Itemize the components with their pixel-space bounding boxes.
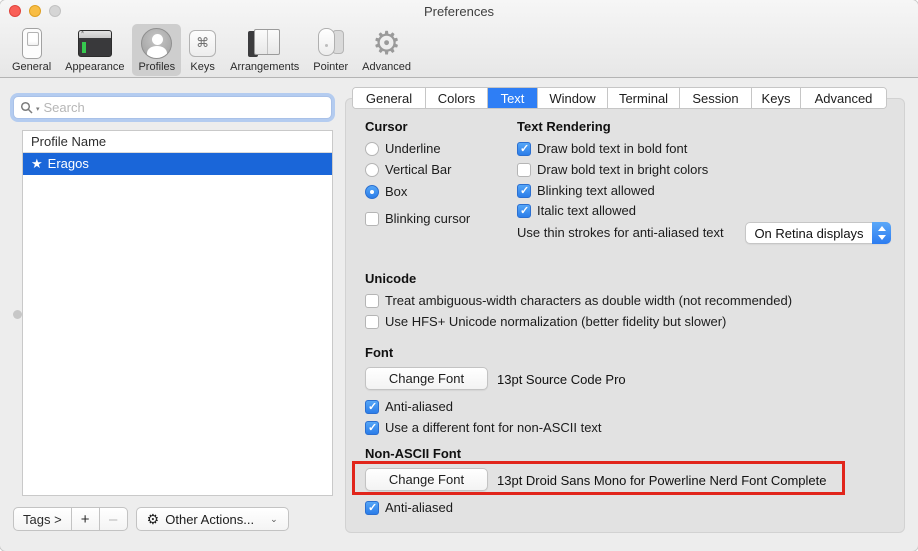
checkbox-bold-in-bold-font[interactable]: Draw bold text in bold font [517,141,687,156]
profile-row-eragos[interactable]: ★ Eragos [23,153,332,175]
add-profile-button[interactable]: + [72,507,100,531]
window-title: Preferences [0,4,918,19]
tab-general[interactable]: General [353,88,425,108]
window-appearance-icon: × [78,26,112,60]
radio-box[interactable]: Box [365,184,407,199]
other-actions-dropdown[interactable]: ⚙ Other Actions... ⌄ [136,507,289,531]
remove-profile-button: – [100,507,128,531]
checkbox-icon [365,294,379,308]
search-input[interactable]: ▾ Search [13,96,332,119]
radio-icon [365,163,379,177]
non-ascii-font-value: 13pt Droid Sans Mono for Powerline Nerd … [497,473,827,488]
change-nonascii-font-button[interactable]: Change Font [365,468,488,491]
checkbox-ambiguous-width[interactable]: Treat ambiguous-width characters as doub… [365,293,792,308]
checkbox-icon [517,142,531,156]
checkbox-icon [365,400,379,414]
thin-strokes-select[interactable]: On Retina displays [745,222,891,244]
checkbox-blinking-text[interactable]: Blinking text allowed [517,183,655,198]
checkbox-icon [517,204,531,218]
radio-icon [365,142,379,156]
change-font-button[interactable]: Change Font [365,367,488,390]
toolbar-item-profiles[interactable]: Profiles [132,24,181,76]
tab-terminal[interactable]: Terminal [607,88,679,108]
tab-colors[interactable]: Colors [425,88,487,108]
toolbar-item-pointer[interactable]: Pointer [307,24,354,76]
resize-dot [13,310,22,319]
select-arrows-icon [872,222,891,244]
checkbox-hfs-normalization[interactable]: Use HFS+ Unicode normalization (better f… [365,314,726,329]
other-actions-label: Other Actions... [165,512,254,527]
tab-keys[interactable]: Keys [751,88,800,108]
search-icon [20,101,34,115]
radio-icon [365,185,379,199]
gear-icon: ⚙ [372,26,401,60]
profile-list: Profile Name ★ Eragos [22,130,333,496]
checkbox-different-nonascii-font[interactable]: Use a different font for non-ASCII text [365,420,602,435]
profile-row-label: Eragos [48,153,89,175]
checkbox-icon [365,315,379,329]
command-key-icon: ⌘ [189,26,216,60]
gear-icon: ⚙ [147,512,160,526]
star-icon: ★ [31,153,43,175]
checkbox-blinking-cursor[interactable]: Blinking cursor [365,211,470,226]
titlebar: Preferences General × Appearance Profile… [0,0,918,78]
toolbar-item-keys[interactable]: ⌘ Keys [183,24,222,76]
mouse-icon [318,26,344,60]
sidebar-footer: Tags > + – ⚙ Other Actions... ⌄ [13,507,289,531]
checkbox-icon [517,184,531,198]
toolbar-item-arrangements[interactable]: Arrangements [224,24,305,76]
radio-underline[interactable]: Underline [365,141,441,156]
switch-icon [22,26,42,60]
radio-vertical-bar[interactable]: Vertical Bar [365,162,451,177]
font-value: 13pt Source Code Pro [497,372,626,387]
tab-session[interactable]: Session [679,88,751,108]
tab-advanced[interactable]: Advanced [800,88,886,108]
checkbox-bold-bright-colors[interactable]: Draw bold text in bright colors [517,162,708,177]
checkbox-antialiased[interactable]: Anti-aliased [365,399,453,414]
checkbox-icon [365,501,379,515]
tab-text[interactable]: Text [487,88,537,108]
toolbar-item-general[interactable]: General [6,24,57,76]
person-icon [141,26,172,60]
checkbox-icon [365,421,379,435]
checkbox-italic-text[interactable]: Italic text allowed [517,203,636,218]
thin-strokes-label: Use thin strokes for anti-aliased text [517,225,724,240]
toolbar-item-advanced[interactable]: ⚙ Advanced [356,24,417,76]
non-ascii-font-heading: Non-ASCII Font [365,446,461,461]
arrangements-icon [248,26,282,60]
preferences-window: Preferences General × Appearance Profile… [0,0,918,551]
cursor-heading: Cursor [365,119,408,134]
text-rendering-heading: Text Rendering [517,119,611,134]
font-heading: Font [365,345,393,360]
tab-bar: General Colors Text Window Terminal Sess… [352,87,887,109]
toolbar: General × Appearance Profiles ⌘ Keys [6,24,417,76]
search-placeholder: Search [44,100,85,115]
tab-window[interactable]: Window [537,88,607,108]
chevron-down-icon: ⌄ [270,514,278,525]
unicode-heading: Unicode [365,271,416,286]
search-scope-chevron-icon: ▾ [36,105,40,113]
tags-button[interactable]: Tags > [13,507,72,531]
profile-list-header[interactable]: Profile Name [23,131,332,153]
toolbar-item-appearance[interactable]: × Appearance [59,24,130,76]
checkbox-icon [365,212,379,226]
checkbox-icon [517,163,531,177]
checkbox-nonascii-antialiased[interactable]: Anti-aliased [365,500,453,515]
